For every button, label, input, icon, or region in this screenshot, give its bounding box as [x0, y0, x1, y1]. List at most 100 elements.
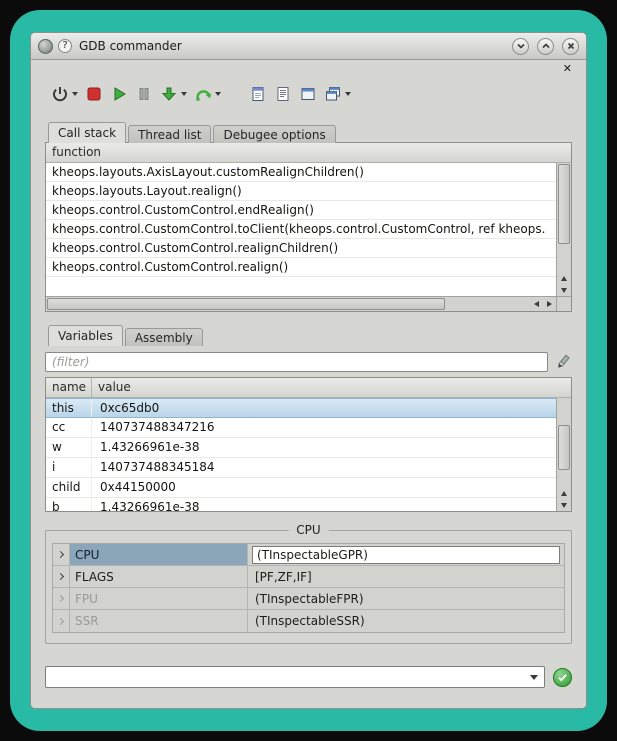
cpu-groupbox: CPU CPU (TInspectableGPR) FLAGS [PF,ZF,I… — [45, 530, 572, 644]
chevron-down-icon[interactable] — [215, 92, 221, 96]
cpu-groupbox-title: CPU — [288, 523, 328, 537]
variable-name: this — [46, 399, 92, 417]
variable-row[interactable]: i 140737488345184 — [46, 458, 556, 478]
cpu-row[interactable]: FLAGS [PF,ZF,IF] — [53, 566, 564, 588]
scrollbar-thumb[interactable] — [558, 425, 570, 470]
call-stack-row[interactable]: kheops.control.CustomControl.toClient(kh… — [46, 220, 556, 239]
frames-button[interactable] — [299, 83, 317, 105]
register-group-name[interactable]: FLAGS — [70, 566, 248, 587]
tab-thread-list[interactable]: Thread list — [128, 125, 211, 143]
screenshot-background: ? GDB commander ✕ — [0, 0, 617, 741]
tab-call-stack[interactable]: Call stack — [48, 122, 126, 143]
triangle-right-icon — [547, 301, 552, 307]
variable-value: 140737488345184 — [92, 458, 556, 477]
call-stack-row[interactable]: kheops.control.CustomControl.realignChil… — [46, 239, 556, 258]
tab-debugee-options[interactable]: Debugee options — [213, 125, 335, 143]
scroll-down-button[interactable] — [557, 284, 571, 296]
pause-button[interactable] — [135, 83, 153, 105]
chevron-down-icon[interactable] — [345, 92, 351, 96]
log-button[interactable] — [274, 83, 292, 105]
call-stack-row[interactable]: kheops.control.CustomControl.endRealign(… — [46, 201, 556, 220]
watch-button[interactable] — [324, 83, 351, 105]
chevron-down-icon[interactable] — [72, 92, 78, 96]
expand-button[interactable] — [53, 588, 70, 609]
decorative-teal-frame: ? GDB commander ✕ — [10, 10, 607, 731]
windows-stack-icon — [324, 85, 342, 103]
report-button[interactable] — [249, 83, 267, 105]
vertical-scrollbar[interactable] — [556, 163, 571, 296]
triangle-up-icon — [561, 491, 567, 496]
call-stack-column-header[interactable]: function — [46, 143, 571, 163]
variable-name: cc — [46, 418, 92, 437]
value-column-header[interactable]: value — [92, 378, 571, 397]
chevron-down-icon[interactable] — [181, 92, 187, 96]
call-stack-row[interactable]: kheops.control.CustomControl.realign() — [46, 258, 556, 277]
command-combobox[interactable] — [45, 666, 545, 688]
variable-row[interactable]: w 1.43266961e-38 — [46, 438, 556, 458]
register-group-name[interactable]: CPU — [70, 544, 248, 565]
chevron-right-icon — [56, 595, 63, 602]
chevron-right-icon — [56, 617, 63, 624]
cpu-row[interactable]: FPU (TInspectableFPR) — [53, 588, 564, 610]
variable-row[interactable]: child 0x44150000 — [46, 478, 556, 498]
step-into-icon — [160, 85, 178, 103]
variable-value: 1.43266961e-38 — [92, 438, 556, 457]
run-icon — [110, 85, 128, 103]
inline-editor[interactable]: (TInspectableGPR) — [252, 546, 560, 564]
execute-button[interactable] — [553, 668, 572, 687]
expand-button[interactable] — [53, 566, 70, 587]
vertical-scrollbar[interactable] — [556, 398, 571, 511]
call-stack-row[interactable]: kheops.layouts.AxisLayout.customRealignC… — [46, 163, 556, 182]
scrollbar-thumb[interactable] — [558, 164, 570, 244]
register-value-text: (TInspectableFPR) — [252, 592, 364, 606]
middle-tab-bar: Variables Assembly — [45, 324, 572, 346]
scroll-up-button[interactable] — [557, 487, 571, 499]
variable-value: 1.43266961e-38 — [92, 498, 556, 511]
variable-row[interactable]: cc 140737488347216 — [46, 418, 556, 438]
variable-name: b — [46, 498, 92, 511]
scrollbar-thumb[interactable] — [47, 298, 445, 310]
close-button[interactable] — [562, 38, 579, 55]
dock-close-button[interactable]: ✕ — [563, 63, 572, 75]
cpu-row[interactable]: CPU (TInspectableGPR) — [53, 544, 564, 566]
help-icon[interactable]: ? — [58, 39, 72, 53]
step-into-button[interactable] — [160, 83, 187, 105]
scrollbar-buttons — [530, 297, 556, 311]
minimize-button[interactable] — [512, 38, 529, 55]
maximize-button[interactable] — [537, 38, 554, 55]
scroll-down-button[interactable] — [557, 499, 571, 511]
titlebar[interactable]: ? GDB commander — [31, 33, 586, 60]
variable-row[interactable]: this 0xc65db0 — [46, 398, 556, 418]
stop-button[interactable] — [85, 83, 103, 105]
tab-assembly[interactable]: Assembly — [125, 328, 203, 346]
scroll-up-button[interactable] — [557, 272, 571, 284]
register-group-name[interactable]: FPU — [70, 588, 248, 609]
register-value-text: [PF,ZF,IF] — [252, 570, 312, 584]
filter-input[interactable] — [45, 352, 548, 372]
variable-value: 0x44150000 — [92, 478, 556, 497]
expand-button[interactable] — [53, 610, 70, 632]
scroll-left-button[interactable] — [530, 297, 543, 311]
scrollbar-buttons — [557, 272, 571, 296]
scroll-right-button[interactable] — [543, 297, 556, 311]
variable-value: 140737488347216 — [92, 418, 556, 437]
command-input[interactable] — [52, 668, 524, 686]
register-group-name[interactable]: SSR — [70, 610, 248, 632]
power-button[interactable] — [51, 83, 78, 105]
chevron-down-icon[interactable] — [530, 675, 538, 680]
call-stack-row[interactable]: kheops.layouts.Layout.realign() — [46, 182, 556, 201]
cpu-row[interactable]: SSR (TInspectableSSR) — [53, 610, 564, 632]
variable-row[interactable]: b 1.43266961e-38 — [46, 498, 556, 511]
clear-filter-icon[interactable] — [554, 353, 572, 371]
name-column-header[interactable]: name — [46, 378, 92, 397]
variable-name: i — [46, 458, 92, 477]
step-over-button[interactable] — [194, 83, 221, 105]
triangle-left-icon — [534, 301, 539, 307]
chevron-up-icon — [540, 40, 552, 52]
run-button[interactable] — [110, 83, 128, 105]
horizontal-scrollbar[interactable] — [46, 296, 556, 311]
app-icon — [38, 39, 53, 54]
tab-variables[interactable]: Variables — [48, 325, 123, 346]
expand-button[interactable] — [53, 544, 70, 565]
triangle-up-icon — [561, 276, 567, 281]
